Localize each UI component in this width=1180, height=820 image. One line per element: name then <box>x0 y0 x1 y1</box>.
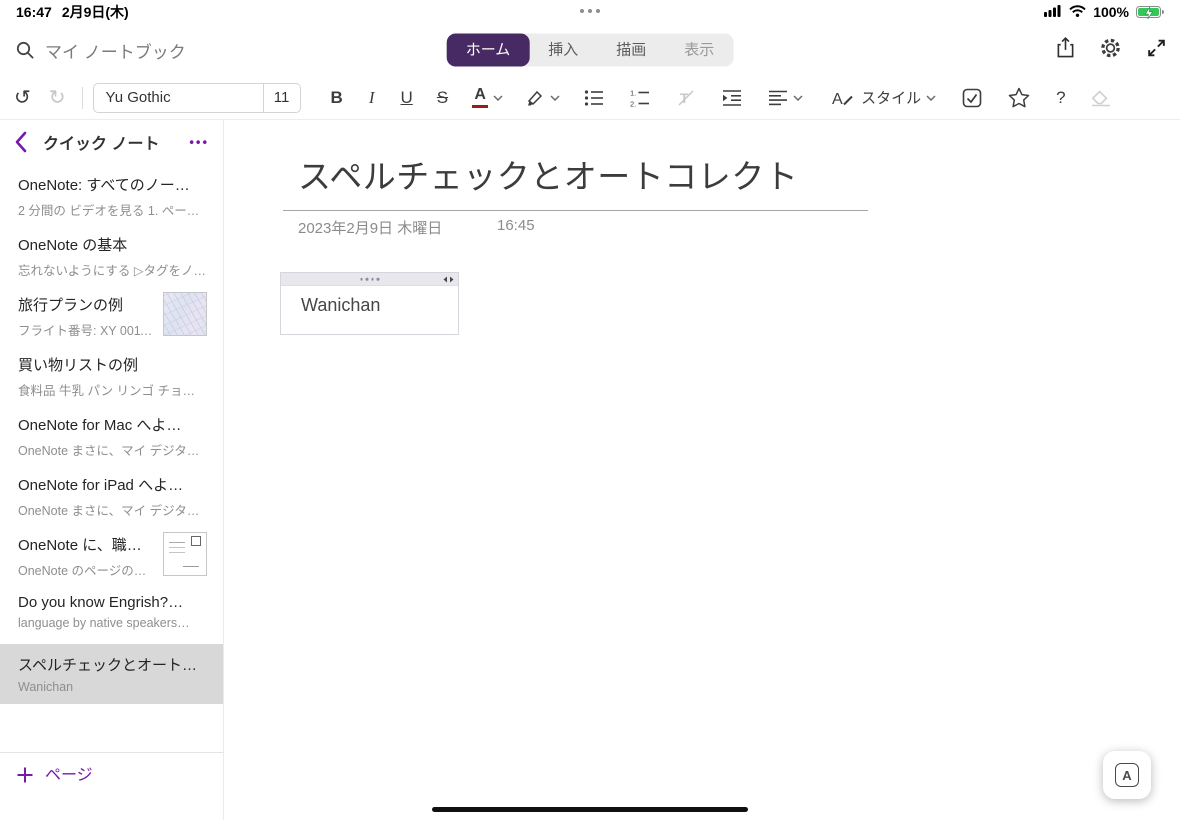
clock-time: 16:47 <box>16 4 52 20</box>
tab-home[interactable]: ホーム <box>446 33 530 67</box>
page-list-item[interactable]: 旅行プランの例 フライト番号: XY 0011… <box>0 284 223 344</box>
page-list-item[interactable]: Do you know Engrish?… language by native… <box>0 584 223 644</box>
font-name-select[interactable]: Yu Gothic <box>94 83 264 112</box>
drag-dots-icon <box>360 277 379 281</box>
note-canvas[interactable]: スペルチェックとオートコレクト 2023年2月9日 木曜日 16:45 Wani… <box>224 120 1180 820</box>
font-controls: Yu Gothic 11 <box>92 82 301 113</box>
indent-button[interactable] <box>722 89 742 107</box>
page-list-item[interactable]: OneNote: すべてのノー… 2 分間の ビデオを見る 1. ペー… <box>0 164 223 224</box>
keyboard-language-label: A <box>1115 763 1139 787</box>
top-bar: マイ ノートブック ホーム 挿入 描画 表示 <box>0 24 1180 76</box>
underline-button[interactable]: U <box>400 88 412 108</box>
plus-icon <box>16 766 34 789</box>
home-indicator[interactable] <box>432 807 748 812</box>
note-outline-block[interactable]: Wanichan <box>280 272 459 335</box>
search-button[interactable] <box>15 40 35 60</box>
page-item-title: OneNote: すべてのノー… <box>18 177 190 194</box>
page-list-item[interactable]: OneNote for iPad へよ… OneNote まさに、マイ デジタ… <box>0 464 223 524</box>
page-list-item[interactable]: OneNote for Mac へよ… OneNote まさに、マイ デジタ… <box>0 404 223 464</box>
styles-chevron-icon[interactable] <box>926 94 936 101</box>
resize-arrows-icon[interactable] <box>443 276 454 283</box>
section-title: クイック ノート <box>43 136 160 153</box>
page-item-subtitle: OneNote まさに、マイ デジタ… <box>18 504 200 518</box>
tab-view[interactable]: 表示 <box>665 34 733 67</box>
bold-button[interactable]: B <box>331 88 343 108</box>
alignment-chevron-icon[interactable] <box>793 94 803 101</box>
format-toolbar: ↺ ↻ Yu Gothic 11 B I U S A 1. 2. T A スタイ… <box>0 76 1180 120</box>
styles-button[interactable]: スタイル <box>861 87 921 108</box>
title-divider <box>283 210 868 211</box>
battery-percent: 100% <box>1093 4 1129 20</box>
styles-icon[interactable]: A <box>831 88 853 108</box>
share-button[interactable] <box>1056 36 1075 65</box>
tab-insert[interactable]: 挿入 <box>529 34 597 67</box>
font-color-button[interactable]: A <box>472 87 489 108</box>
page-list: OneNote: すべてのノー… 2 分間の ビデオを見る 1. ペー… One… <box>0 164 223 704</box>
onenote-app: 16:47 2月9日(木) 100% マイ ノートブック ホーム 挿入 描画 表… <box>0 0 1180 820</box>
svg-text:1.: 1. <box>630 89 636 98</box>
svg-text:A: A <box>832 91 843 108</box>
page-list-item-selected[interactable]: スペルチェックとオート… Wanichan <box>0 644 223 704</box>
page-item-title: OneNote の基本 <box>18 237 128 254</box>
settings-gear-button[interactable] <box>1099 36 1122 64</box>
page-item-subtitle: language by native speakers… <box>18 616 190 630</box>
wifi-icon <box>1069 4 1086 20</box>
font-color-chevron-icon[interactable] <box>493 94 503 101</box>
strikethrough-button[interactable]: S <box>437 88 448 108</box>
font-size-select[interactable]: 11 <box>264 84 300 112</box>
ribbon-tab-group: ホーム 挿入 描画 表示 <box>446 33 734 67</box>
page-item-subtitle: OneNote まさに、マイ デジタ… <box>18 444 200 458</box>
page-time: 16:45 <box>497 217 535 234</box>
page-date: 2023年2月9日 木曜日 <box>298 220 443 237</box>
page-item-title: OneNote for Mac へよ… <box>18 417 182 434</box>
alignment-button[interactable] <box>768 90 788 106</box>
undo-button[interactable]: ↺ <box>14 88 31 108</box>
page-title[interactable]: スペルチェックとオートコレクト <box>298 150 798 198</box>
cellular-signal-icon <box>1044 4 1062 20</box>
toolbar-divider <box>81 86 83 109</box>
page-item-subtitle: 2 分間の ビデオを見る 1. ペー… <box>18 204 200 218</box>
numbered-list-button[interactable]: 1. 2. <box>630 89 650 107</box>
highlighter-chevron-icon[interactable] <box>550 94 560 101</box>
document-thumbnail <box>163 532 207 576</box>
back-button[interactable] <box>14 131 27 153</box>
highlighter-button[interactable] <box>525 88 545 108</box>
question-tag-button[interactable]: ? <box>1056 88 1065 108</box>
battery-icon <box>1136 6 1164 19</box>
page-item-title: スペルチェックとオート… <box>18 657 197 674</box>
page-item-title: OneNote for iPad へよ… <box>18 477 184 494</box>
page-item-subtitle: 忘れないようにする ▷タグをノ… <box>18 264 206 278</box>
todo-tag-button[interactable] <box>962 88 982 108</box>
fullscreen-button[interactable] <box>1146 37 1167 63</box>
outline-text[interactable]: Wanichan <box>281 286 458 316</box>
page-list-sidebar: クイック ノート ••• OneNote: すべてのノー… 2 分間の ビデオを… <box>0 120 224 820</box>
page-list-item[interactable]: 買い物リストの例 食料品 牛乳 パン リンゴ チョ… <box>0 344 223 404</box>
clock-date: 2月9日(木) <box>61 4 129 20</box>
eraser-button[interactable] <box>1090 89 1112 107</box>
add-page-label: ページ <box>45 767 93 784</box>
page-list-item[interactable]: OneNote の基本 忘れないようにする ▷タグをノ… <box>0 224 223 284</box>
important-star-button[interactable] <box>1008 87 1030 108</box>
notebook-name: マイ ノートブック <box>45 42 186 62</box>
italic-button[interactable]: I <box>369 88 375 108</box>
status-bar: 16:47 2月9日(木) 100% <box>0 0 1180 24</box>
page-list-item[interactable]: OneNote に、職… OneNote のページの… <box>0 524 223 584</box>
redo-button[interactable]: ↻ <box>49 88 66 108</box>
tab-draw[interactable]: 描画 <box>597 34 665 67</box>
svg-text:2.: 2. <box>630 99 636 107</box>
multitask-handle[interactable] <box>580 9 600 13</box>
map-thumbnail <box>163 292 207 336</box>
clear-formatting-button[interactable]: T <box>676 89 696 107</box>
outline-drag-handle[interactable] <box>281 273 458 286</box>
page-item-title: 買い物リストの例 <box>18 357 139 374</box>
page-item-subtitle: 食料品 牛乳 パン リンゴ チョ… <box>18 384 196 398</box>
page-item-title: Do you know Engrish?… <box>18 594 184 611</box>
page-item-subtitle: Wanichan <box>18 680 74 694</box>
keyboard-language-button[interactable]: A <box>1103 751 1151 799</box>
bullet-list-button[interactable] <box>584 89 604 107</box>
section-more-button[interactable]: ••• <box>189 135 209 150</box>
add-page-button[interactable]: ページ <box>0 752 223 820</box>
